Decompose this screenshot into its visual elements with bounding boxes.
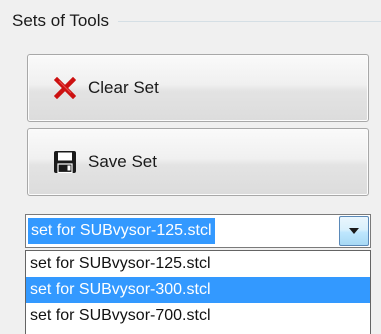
groupbox-title: Sets of Tools [12, 10, 114, 32]
tool-set-combobox[interactable]: set for SUBvysor-125.stcl [25, 214, 371, 248]
clear-set-button[interactable]: Clear Set [27, 54, 369, 122]
chevron-down-icon [349, 228, 359, 234]
groupbox-border-line [118, 21, 381, 22]
red-x-icon [52, 75, 78, 101]
dropdown-option[interactable]: set for SUBvysor-700.stcl [26, 303, 370, 329]
clear-set-label: Clear Set [88, 78, 159, 97]
dropdown-option-highlighted[interactable]: set for SUBvysor-300.stcl [26, 277, 370, 303]
floppy-disk-icon [52, 149, 78, 175]
dropdown-toggle-button[interactable] [339, 216, 369, 246]
right-background-strip [373, 262, 381, 334]
left-background-strip [0, 262, 23, 334]
save-set-label: Save Set [88, 152, 157, 171]
save-set-button[interactable]: Save Set [27, 128, 369, 196]
tool-set-dropdown-list[interactable]: set for SUBvysor-125.stcl set for SUBvys… [25, 250, 371, 334]
sets-of-tools-panel: Sets of Tools Clear Set Save Set set for… [0, 0, 381, 334]
dropdown-option[interactable]: set for SUBvysor-125.stcl [26, 251, 370, 277]
combobox-selected-value[interactable]: set for SUBvysor-125.stcl [28, 218, 215, 244]
sets-of-tools-groupbox: Sets of Tools Clear Set Save Set set for… [0, 0, 381, 334]
